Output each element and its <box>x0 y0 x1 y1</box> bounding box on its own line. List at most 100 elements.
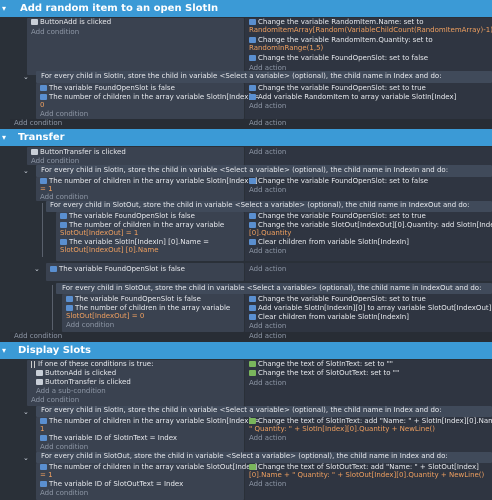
add-action-link[interactable]: Add action <box>249 102 286 111</box>
variable-icon <box>66 296 73 302</box>
for-each-label: For every child in SlotOut, store the ch… <box>62 284 482 292</box>
mouse-icon <box>36 379 43 385</box>
for-each-label: For every child in SlotOut, store the ch… <box>50 201 470 209</box>
group-header-transfer[interactable]: ▾ Transfer <box>0 129 492 146</box>
action-row[interactable]: Add variable SlotIn[IndexIn][0] to array… <box>249 304 491 313</box>
add-condition-link[interactable]: Add condition <box>31 28 79 37</box>
group-title: Add random item to an open SlotIn <box>20 3 219 14</box>
chevron-down-icon[interactable]: ⌄ <box>23 408 29 416</box>
variable-icon <box>249 37 256 43</box>
variable-icon <box>249 213 256 219</box>
condition-row[interactable]: The variable FoundOpenSlot is false <box>40 84 175 93</box>
chevron-down-icon[interactable]: ▾ <box>2 0 6 17</box>
add-condition-link[interactable]: Add condition <box>66 321 114 330</box>
variable-icon <box>249 55 256 61</box>
chevron-down-icon[interactable]: ⌄ <box>23 167 29 175</box>
action-expression: RandomInRange(1,5) <box>249 44 324 52</box>
add-condition-link[interactable]: Add condition <box>40 443 88 452</box>
condition-value: SlotOut[IndexOut] = 1 <box>60 229 139 237</box>
add-condition-link[interactable]: Add condition <box>40 110 88 119</box>
variable-icon <box>40 85 47 91</box>
action-row[interactable]: Clear children from variable SlotIn[Inde… <box>249 313 409 322</box>
condition-value: 1 <box>40 425 45 433</box>
add-action-link[interactable]: Add action <box>249 332 286 341</box>
variable-icon <box>249 178 256 184</box>
chevron-down-icon[interactable]: ⌄ <box>34 265 40 273</box>
variable-icon <box>50 266 57 272</box>
action-row[interactable]: Change the text of SlotInText: set to "" <box>249 360 393 369</box>
action-row[interactable]: Change the text of SlotOutText: set to "… <box>249 369 399 378</box>
variable-icon <box>249 314 256 320</box>
variable-icon <box>249 94 256 100</box>
variable-icon <box>40 464 47 470</box>
add-condition-link[interactable]: Add condition <box>40 489 88 498</box>
variable-icon <box>40 481 47 487</box>
add-action-link[interactable]: Add action <box>249 265 286 274</box>
add-action-link[interactable]: Add action <box>249 247 286 256</box>
chevron-down-icon[interactable]: ▾ <box>2 129 6 146</box>
for-each-label: For every child in SlotOut, store the ch… <box>41 452 448 460</box>
add-action-link[interactable]: Add action <box>249 434 286 443</box>
variable-icon <box>66 305 73 311</box>
condition-button-clicked[interactable]: ButtonTransfer is clicked <box>36 378 131 387</box>
action-row[interactable]: Change the variable FoundOpenSlot: set t… <box>249 212 426 221</box>
variable-icon <box>40 418 47 424</box>
group-header-add-random[interactable]: ▾ Add random item to an open SlotIn <box>0 0 492 17</box>
text-icon <box>249 464 256 470</box>
condition-row[interactable]: The number of children in the array vari… <box>40 177 258 186</box>
condition-row[interactable]: The variable FoundOpenSlot is false <box>60 212 195 221</box>
condition-button-clicked[interactable]: ButtonAdd is clicked <box>31 18 111 27</box>
condition-row[interactable]: The variable FoundOpenSlot is false <box>66 295 201 304</box>
or-icon <box>31 360 35 368</box>
condition-row[interactable]: The variable FoundOpenSlot is false <box>50 265 185 274</box>
condition-row[interactable]: The variable ID of SlotInText = Index <box>40 434 177 443</box>
variable-icon <box>40 435 47 441</box>
add-action-link[interactable]: Add action <box>249 186 286 195</box>
action-row[interactable]: Change the variable FoundOpenSlot: set t… <box>249 295 426 304</box>
action-row[interactable]: Change the variable FoundOpenSlot: set t… <box>249 177 428 186</box>
condition-button-clicked[interactable]: ButtonAdd is clicked <box>36 369 116 378</box>
action-row[interactable]: Add variable RandomItem to array variabl… <box>249 93 456 102</box>
tree-line <box>42 203 43 257</box>
variable-icon <box>60 239 67 245</box>
add-condition-link[interactable]: Add condition <box>14 332 62 341</box>
chevron-down-icon[interactable]: ▾ <box>2 342 6 359</box>
condition-row[interactable]: The number of children in the array vari… <box>40 417 259 426</box>
action-expression: " Quantity: " + SlotIn[Index][0].Quantit… <box>249 425 435 433</box>
action-expression: [0].Name + " Quantity: " + SlotOut[Index… <box>249 471 485 479</box>
condition-value: = 1 <box>40 471 53 479</box>
variable-icon <box>60 222 67 228</box>
text-icon <box>249 370 256 376</box>
variable-icon <box>40 178 47 184</box>
add-subcondition-link[interactable]: Add a sub-condition <box>36 387 106 396</box>
condition-button-clicked[interactable]: ButtonTransfer is clicked <box>31 148 126 157</box>
add-condition-link[interactable]: Add condition <box>31 396 79 405</box>
group-title: Transfer <box>18 132 65 143</box>
variable-icon <box>249 85 256 91</box>
variable-icon <box>40 94 47 100</box>
condition-row[interactable]: The number of children in the array vari… <box>40 93 259 102</box>
condition-row[interactable]: The variable ID of SlotOutText = Index <box>40 480 183 489</box>
or-condition-label[interactable]: If one of these conditions is true: <box>31 360 153 369</box>
add-action-link[interactable]: Add action <box>249 148 286 157</box>
add-action-link[interactable]: Add action <box>249 379 286 388</box>
for-each-label: For every child in SlotIn, store the chi… <box>41 72 442 80</box>
chevron-down-icon[interactable]: ⌄ <box>23 73 29 81</box>
action-row[interactable]: Change the variable FoundOpenSlot: set t… <box>249 54 428 63</box>
add-condition-link[interactable]: Add condition <box>14 119 62 128</box>
variable-icon <box>249 239 256 245</box>
tree-line <box>52 285 53 330</box>
condition-row[interactable]: The number of children in the array vari… <box>40 463 257 472</box>
mouse-icon <box>31 149 38 155</box>
chevron-down-icon[interactable]: ⌄ <box>23 454 29 462</box>
add-action-link[interactable]: Add action <box>249 119 286 128</box>
action-expression: RandomItemArray[Random(VariableChildCoun… <box>249 26 492 34</box>
variable-icon <box>249 296 256 302</box>
action-row[interactable]: Clear children from variable SlotIn[Inde… <box>249 238 409 247</box>
add-action-link[interactable]: Add action <box>249 480 286 489</box>
add-action-link[interactable]: Add action <box>249 322 286 331</box>
for-each-label: For every child in SlotIn, store the chi… <box>41 406 442 414</box>
group-header-display[interactable]: ▾ Display Slots <box>0 342 492 359</box>
action-row[interactable]: Change the variable FoundOpenSlot: set t… <box>249 84 426 93</box>
variable-icon <box>249 19 256 25</box>
